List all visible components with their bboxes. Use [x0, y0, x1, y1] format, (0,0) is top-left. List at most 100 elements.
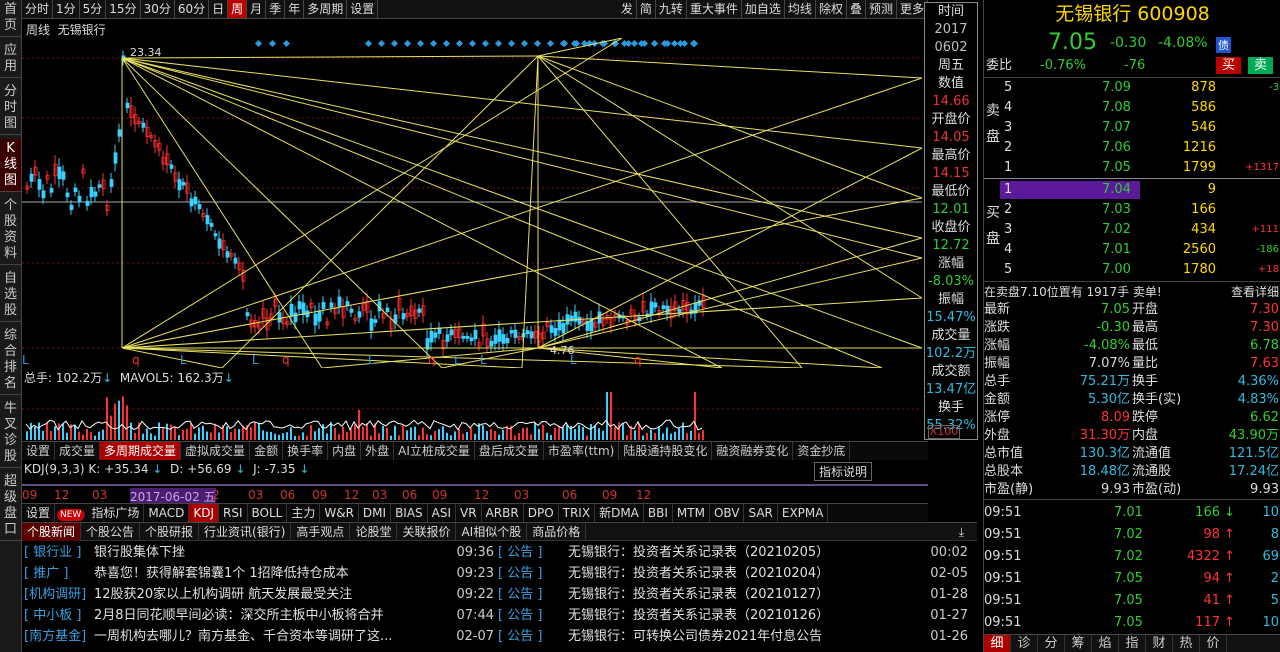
- sub-tab-18[interactable]: MTM: [673, 504, 710, 522]
- period-tab-2[interactable]: 5分: [80, 0, 107, 18]
- period-tab-9[interactable]: 季: [266, 0, 286, 18]
- period-tab-7[interactable]: 周: [228, 0, 248, 18]
- sub-tab-15[interactable]: TRIX: [559, 504, 596, 522]
- buy-button[interactable]: 买: [1216, 57, 1242, 74]
- news-left-item[interactable]: [ 银行业 ] 银行股集体下挫 09:36: [24, 542, 494, 563]
- indicator-tab-3[interactable]: 虚拟成交量: [181, 442, 251, 460]
- indicator-tab-9[interactable]: 盘后成交量: [475, 442, 544, 460]
- news-left-item[interactable]: [ 中小板 ] 2月8日同花顺早间必读：深交所主板中小板将合并 07:44: [24, 605, 494, 626]
- tool-0[interactable]: 发: [618, 0, 637, 18]
- indicator-tab-4[interactable]: 金额: [250, 442, 284, 460]
- period-tab-0[interactable]: 分时: [22, 0, 54, 18]
- sub-tab-16[interactable]: 新DMA: [595, 504, 644, 522]
- sub-tab-17[interactable]: BBI: [644, 504, 673, 522]
- news-left-item[interactable]: [ 推广 ] 恭喜您！获得解套锦囊1个 1招降低持仓成本 09:23: [24, 563, 494, 584]
- news-title[interactable]: 无锡银行：投资者关系记录表（20210205）: [568, 545, 829, 560]
- sub-tab-1[interactable]: NEW: [57, 509, 86, 521]
- indicator-tab-1[interactable]: 成交量: [55, 442, 101, 460]
- quote-tab-2[interactable]: 分: [1038, 635, 1065, 652]
- ask-row[interactable]: 3 7.07 546: [984, 118, 1280, 138]
- indicator-tab-12[interactable]: 融资融券变化: [712, 442, 794, 460]
- kline-chart[interactable]: 23.344.76L q L Lq Lq L L Lq: [22, 38, 928, 368]
- tool-5[interactable]: 均线: [785, 0, 816, 18]
- period-tab-10[interactable]: 年: [285, 0, 305, 18]
- indicator-tab-2[interactable]: 多周期成交量: [100, 442, 182, 460]
- indicator-tab-5[interactable]: 换手率: [283, 442, 329, 460]
- news-title[interactable]: 12股获20家以上机构调研 航天发展最受关注: [94, 587, 352, 602]
- news-title[interactable]: 无锡银行：投资者关系记录表（20210127）: [568, 587, 829, 602]
- quote-tab-7[interactable]: 热: [1173, 635, 1200, 652]
- indicator-help-button[interactable]: 指标说明: [813, 462, 872, 481]
- nav-item-3[interactable]: K线图: [0, 139, 21, 192]
- tool-7[interactable]: 叠: [847, 0, 866, 18]
- news-title[interactable]: 2月8日同花顺早间必读：深交所主板中小板将合并: [94, 608, 384, 623]
- sub-tab-4[interactable]: KDJ: [189, 504, 219, 522]
- sub-tab-7[interactable]: 主力: [287, 504, 321, 522]
- news-right-item[interactable]: [ 公告 ] 无锡银行：投资者关系记录表（20210126） 01-27: [498, 605, 968, 626]
- news-right-item[interactable]: [ 公告 ] 无锡银行：投资者关系记录表（20210204） 02-05: [498, 563, 968, 584]
- news-left-item[interactable]: [机构调研] 12股获20家以上机构调研 航天发展最受关注 09:22: [24, 584, 494, 605]
- tool-4[interactable]: 加自选: [742, 0, 785, 18]
- news-tab-4[interactable]: 高手观点: [291, 523, 351, 541]
- nav-item-6[interactable]: 综合排名: [0, 326, 21, 395]
- news-tab-8[interactable]: 商品价格: [527, 523, 587, 541]
- news-title[interactable]: 一周机构去哪儿？南方基金、千合资本等调研了这...: [94, 629, 392, 644]
- period-tab-8[interactable]: 月: [247, 0, 267, 18]
- news-tab-3[interactable]: 行业资讯(银行): [199, 523, 292, 541]
- news-tab-6[interactable]: 关联报价: [397, 523, 457, 541]
- sub-tab-21[interactable]: EXPMA: [778, 504, 829, 522]
- news-right-item[interactable]: [ 公告 ] 无锡银行：可转换公司债券2021年付息公告 01-26: [498, 626, 968, 647]
- tool-2[interactable]: 九转: [656, 0, 687, 18]
- indicator-tab-6[interactable]: 内盘: [328, 442, 362, 460]
- news-title[interactable]: 恭喜您！获得解套锦囊1个 1招降低持仓成本: [94, 566, 349, 581]
- sell-button[interactable]: 卖: [1248, 57, 1274, 74]
- tool-6[interactable]: 除权: [816, 0, 847, 18]
- period-tab-12[interactable]: 设置: [347, 0, 379, 18]
- sub-tab-14[interactable]: DPO: [524, 504, 559, 522]
- quote-tab-3[interactable]: 筹: [1065, 635, 1092, 652]
- bid-row[interactable]: 1 7.04 9: [984, 180, 1280, 200]
- ask-row[interactable]: 2 7.06 1216: [984, 138, 1280, 158]
- period-tab-3[interactable]: 15分: [106, 0, 141, 18]
- quote-tab-4[interactable]: 焰: [1092, 635, 1119, 652]
- indicator-tab-10[interactable]: 市盈率(ttm): [544, 442, 620, 460]
- sub-tab-12[interactable]: VR: [456, 504, 482, 522]
- quote-tab-0[interactable]: 细: [984, 635, 1011, 652]
- news-left-item[interactable]: [南方基金] 一周机构去哪儿？南方基金、千合资本等调研了这... 02-07: [24, 626, 494, 647]
- sub-tab-19[interactable]: OBV: [710, 504, 745, 522]
- indicator-tab-13[interactable]: 资金抄底: [793, 442, 851, 460]
- nav-item-2[interactable]: 分时图: [0, 82, 21, 135]
- sub-tab-3[interactable]: MACD: [144, 504, 190, 522]
- period-tab-11[interactable]: 多周期: [304, 0, 348, 18]
- notice-detail-link[interactable]: 查看详细: [1231, 282, 1279, 302]
- bid-row[interactable]: 4 7.01 2560 -186: [984, 240, 1280, 260]
- nav-item-4[interactable]: 个股资料: [0, 196, 21, 265]
- news-tab-0[interactable]: 个股新闻: [22, 523, 82, 541]
- news-title[interactable]: 无锡银行：投资者关系记录表（20210204）: [568, 566, 829, 581]
- news-title[interactable]: 银行股集体下挫: [94, 545, 185, 560]
- indicator-tab-0[interactable]: 设置: [22, 442, 56, 460]
- indicator-tab-7[interactable]: 外盘: [361, 442, 395, 460]
- tool-8[interactable]: 预测: [866, 0, 897, 18]
- news-title[interactable]: 无锡银行：可转换公司债券2021年付息公告: [568, 629, 822, 644]
- sub-tab-0[interactable]: 设置: [22, 504, 56, 522]
- period-tab-1[interactable]: 1分: [53, 0, 80, 18]
- news-right-item[interactable]: [ 公告 ] 无锡银行：投资者关系记录表（20210205） 00:02: [498, 542, 968, 563]
- period-tab-5[interactable]: 60分: [175, 0, 210, 18]
- indicator-tab-8[interactable]: AI立桩成交量: [394, 442, 475, 460]
- bid-row[interactable]: 2 7.03 166: [984, 200, 1280, 220]
- period-tab-6[interactable]: 日: [209, 0, 229, 18]
- sub-tab-5[interactable]: RSI: [219, 504, 248, 522]
- nav-item-1[interactable]: 应用: [0, 41, 21, 78]
- news-tab-7[interactable]: AI相似个股: [456, 523, 528, 541]
- period-tab-4[interactable]: 30分: [141, 0, 175, 18]
- ask-row[interactable]: 5 7.09 878 -3: [984, 78, 1280, 98]
- indicator-tab-11[interactable]: 陆股通持股变化: [619, 442, 713, 460]
- nav-item-7[interactable]: 牛叉诊股: [0, 399, 21, 468]
- sub-tab-6[interactable]: BOLL: [248, 504, 288, 522]
- sub-tab-9[interactable]: DMI: [359, 504, 392, 522]
- quote-tab-8[interactable]: 价: [1200, 635, 1227, 652]
- volume-chart[interactable]: [22, 387, 928, 440]
- tool-3[interactable]: 重大事件: [687, 0, 742, 18]
- news-right-item[interactable]: [ 公告 ] 无锡银行：投资者关系记录表（20210127） 01-28: [498, 584, 968, 605]
